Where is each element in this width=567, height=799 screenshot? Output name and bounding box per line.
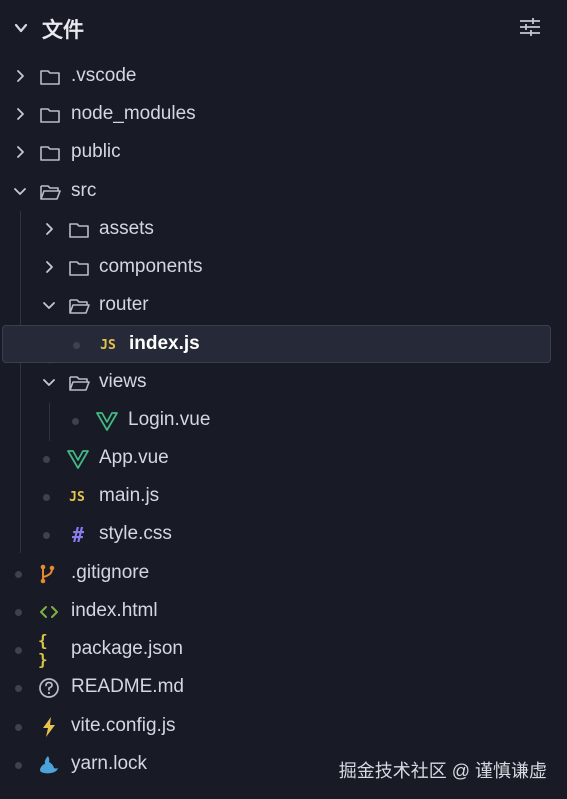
git-branch-icon [40, 564, 55, 584]
bullet-dot [72, 418, 79, 425]
chevron-down-icon[interactable] [42, 298, 56, 312]
tree-item-views[interactable]: views [0, 364, 567, 402]
tree-item-label: components [99, 256, 203, 277]
bullet-dot [43, 494, 50, 501]
tree-item-label: views [99, 371, 147, 392]
css-file-icon: # [71, 523, 85, 547]
folder-open-icon [40, 185, 61, 200]
explorer-header: 文件 [0, 0, 567, 58]
tree-item-vscode[interactable]: .vscode [0, 58, 567, 96]
folder-open-icon [69, 376, 90, 391]
tree-item-src[interactable]: src [0, 173, 567, 211]
tree-item-label: yarn.lock [71, 753, 148, 774]
tree-item-label: package.json [71, 638, 183, 659]
chevron-right-icon[interactable] [42, 222, 56, 236]
bullet-dot [15, 724, 22, 731]
bullet-dot [43, 532, 50, 539]
chevron-right-icon[interactable] [42, 260, 56, 274]
tree-item-label: public [71, 141, 121, 162]
bullet-dot [15, 762, 22, 769]
tree-item-components[interactable]: components [0, 249, 567, 287]
bullet-dot [73, 342, 80, 349]
tree-item-label: router [99, 294, 149, 315]
chevron-down-icon[interactable] [42, 375, 56, 389]
tree-item-label: .gitignore [71, 562, 150, 583]
tree-item-package-json[interactable]: { } package.json [0, 631, 567, 669]
tree-item-readme[interactable]: README.md [0, 669, 567, 707]
folder-open-icon [69, 299, 90, 314]
tree-item-label: Login.vue [128, 409, 211, 430]
folder-icon [40, 108, 60, 123]
tree-item-public[interactable]: public [0, 134, 567, 172]
javascript-file-icon: JS [100, 337, 116, 353]
javascript-file-icon: JS [69, 489, 85, 505]
tree-item-node-modules[interactable]: node_modules [0, 96, 567, 134]
chevron-right-icon[interactable] [13, 107, 27, 121]
tree-item-label: index.js [129, 333, 200, 354]
tree-item-login-vue[interactable]: Login.vue [0, 402, 567, 440]
tree-item-vite-config[interactable]: vite.config.js [0, 708, 567, 746]
tree-item-label: .vscode [71, 65, 137, 86]
chevron-down-icon[interactable] [13, 20, 29, 36]
tree-item-label: index.html [71, 600, 158, 621]
chevron-down-icon[interactable] [13, 184, 27, 198]
tree-item-label: README.md [71, 676, 184, 697]
tree-item-gitignore[interactable]: .gitignore [0, 555, 567, 593]
tree-item-index-js[interactable]: JS index.js [2, 325, 551, 363]
tree-item-router[interactable]: router [0, 287, 567, 325]
tree-item-style-css[interactable]: # style.css [0, 516, 567, 554]
tree-item-label: src [71, 180, 97, 201]
tree-item-label: vite.config.js [71, 715, 176, 736]
vue-file-icon [96, 412, 118, 431]
bullet-dot [15, 647, 22, 654]
tree-item-label: node_modules [71, 103, 196, 124]
chevron-right-icon[interactable] [13, 145, 27, 159]
chevron-right-icon[interactable] [13, 69, 27, 83]
tree-item-label: main.js [99, 485, 160, 506]
html-file-icon [40, 606, 58, 618]
tree-item-assets[interactable]: assets [0, 211, 567, 249]
explorer-title: 文件 [42, 19, 84, 42]
watermark: 掘金技术社区 @ 谨慎谦虚 [338, 761, 547, 781]
vue-file-icon [67, 450, 89, 469]
bullet-dot [15, 609, 22, 616]
tree-item-app-vue[interactable]: App.vue [0, 440, 567, 478]
tree-item-label: assets [99, 218, 154, 239]
bullet-dot [15, 685, 22, 692]
yarn-icon [40, 756, 58, 774]
json-file-icon: { } [38, 631, 48, 669]
folder-icon [69, 261, 89, 276]
folder-icon [40, 146, 60, 161]
folder-icon [40, 70, 60, 85]
bullet-dot [43, 456, 50, 463]
filter-settings-icon[interactable] [519, 17, 541, 37]
folder-icon [69, 223, 89, 238]
tree-item-label: style.css [99, 523, 172, 544]
tree-item-main-js[interactable]: JS main.js [0, 478, 567, 516]
help-circle-icon [39, 678, 59, 698]
tree-item-index-html[interactable]: index.html [0, 593, 567, 631]
bullet-dot [15, 571, 22, 578]
tree-item-label: App.vue [99, 447, 169, 468]
vite-lightning-icon [43, 717, 55, 737]
